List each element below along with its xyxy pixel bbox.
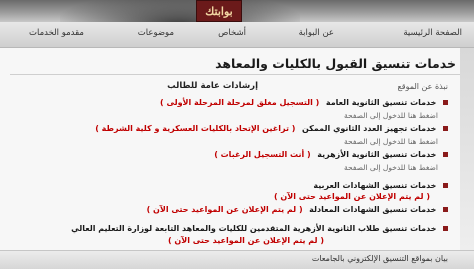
service-status-note: ( تراغين الإتحاد بالكليات العسكرية و كلي…	[95, 124, 296, 133]
service-sub-link[interactable]: اضغط هنا للدخول إلى الصفحة	[344, 137, 438, 146]
service-title[interactable]: خدمات تنسيق الثانوية العامة	[326, 98, 437, 107]
service-status-note: ( لم يتم الإعلان عن المواعيد حتى الآن )	[167, 236, 324, 245]
nav-item-home[interactable]: الصفحة الرئيسية	[403, 28, 462, 38]
service-sub-link[interactable]: اضغط هنا للدخول إلى الصفحة	[344, 111, 438, 120]
title-divider	[10, 74, 460, 75]
service-row-arabic-certificates: خدمات تنسيق الشهادات العربية	[313, 181, 448, 190]
nav-item-topics[interactable]: موضوعات	[138, 28, 174, 38]
service-row-equivalent-certificates: خدمات تنسيق الشهادات المعادلة ( لم يتم ا…	[147, 205, 448, 214]
nav-item-about[interactable]: عن البوابة	[299, 28, 334, 38]
service-title[interactable]: خدمات تنسيق الشهادات المعادلة	[309, 205, 436, 214]
nav-item-people[interactable]: أشخاص	[218, 28, 246, 38]
service-status-note: ( لم يتم الإعلان عن المواعيد حتى الآن )	[273, 192, 430, 201]
service-row-military: خدمات تجهيز العدد الثانوي الممكن ( تراغي…	[95, 124, 448, 133]
service-sub-link[interactable]: اضغط هنا للدخول إلى الصفحة	[344, 163, 438, 172]
site-logo[interactable]: بوابتك	[196, 0, 242, 22]
service-row-azhar-higher-ed: خدمات تنسيق طلاب الثانوية الأزهرية المتق…	[71, 224, 448, 233]
page-title: خدمات تنسيق القبول بالكليات والمعاهد	[215, 56, 456, 71]
bullet-icon	[443, 126, 448, 131]
bullet-icon	[443, 100, 448, 105]
service-title[interactable]: خدمات تجهيز العدد الثانوي الممكن	[302, 124, 437, 133]
service-status-note: ( التسجيل مغلق لمرحلة المرحلة الأولى )	[160, 98, 320, 107]
service-title[interactable]: خدمات تنسيق الشهادات العربية	[313, 181, 436, 190]
student-guidance-link[interactable]: إرشادات عامة للطالب	[167, 81, 258, 91]
service-title[interactable]: خدمات تنسيق الثانوية الأزهرية	[317, 150, 436, 159]
service-title[interactable]: خدمات تنسيق طلاب الثانوية الأزهرية المتق…	[71, 224, 436, 233]
bullet-icon	[443, 207, 448, 212]
header-banner: بوابتك	[0, 0, 474, 22]
service-row-general-secondary: خدمات تنسيق الثانوية العامة ( التسجيل مغ…	[160, 98, 448, 107]
bullet-icon	[443, 152, 448, 157]
bullet-icon	[443, 183, 448, 188]
bullet-icon	[443, 226, 448, 231]
university-sites-link[interactable]: بيان بمواقع التنسيق الإلكتروني بالجامعات	[312, 254, 448, 263]
top-navigation: الصفحة الرئيسية عن البوابة أشخاص موضوعات…	[0, 22, 474, 48]
site-info-link[interactable]: نبذة عن الموقع	[398, 82, 448, 91]
service-status-note: ( لم يتم الإعلان عن المواعيد حتى الآن )	[146, 205, 303, 214]
decorative-strip	[460, 48, 474, 269]
service-status-note: ( أنت التسجيل الرغبات )	[214, 150, 311, 159]
nav-item-providers[interactable]: مقدمو الخدمات	[29, 28, 84, 38]
service-row-azhar-secondary: خدمات تنسيق الثانوية الأزهرية ( أنت التس…	[214, 150, 448, 159]
